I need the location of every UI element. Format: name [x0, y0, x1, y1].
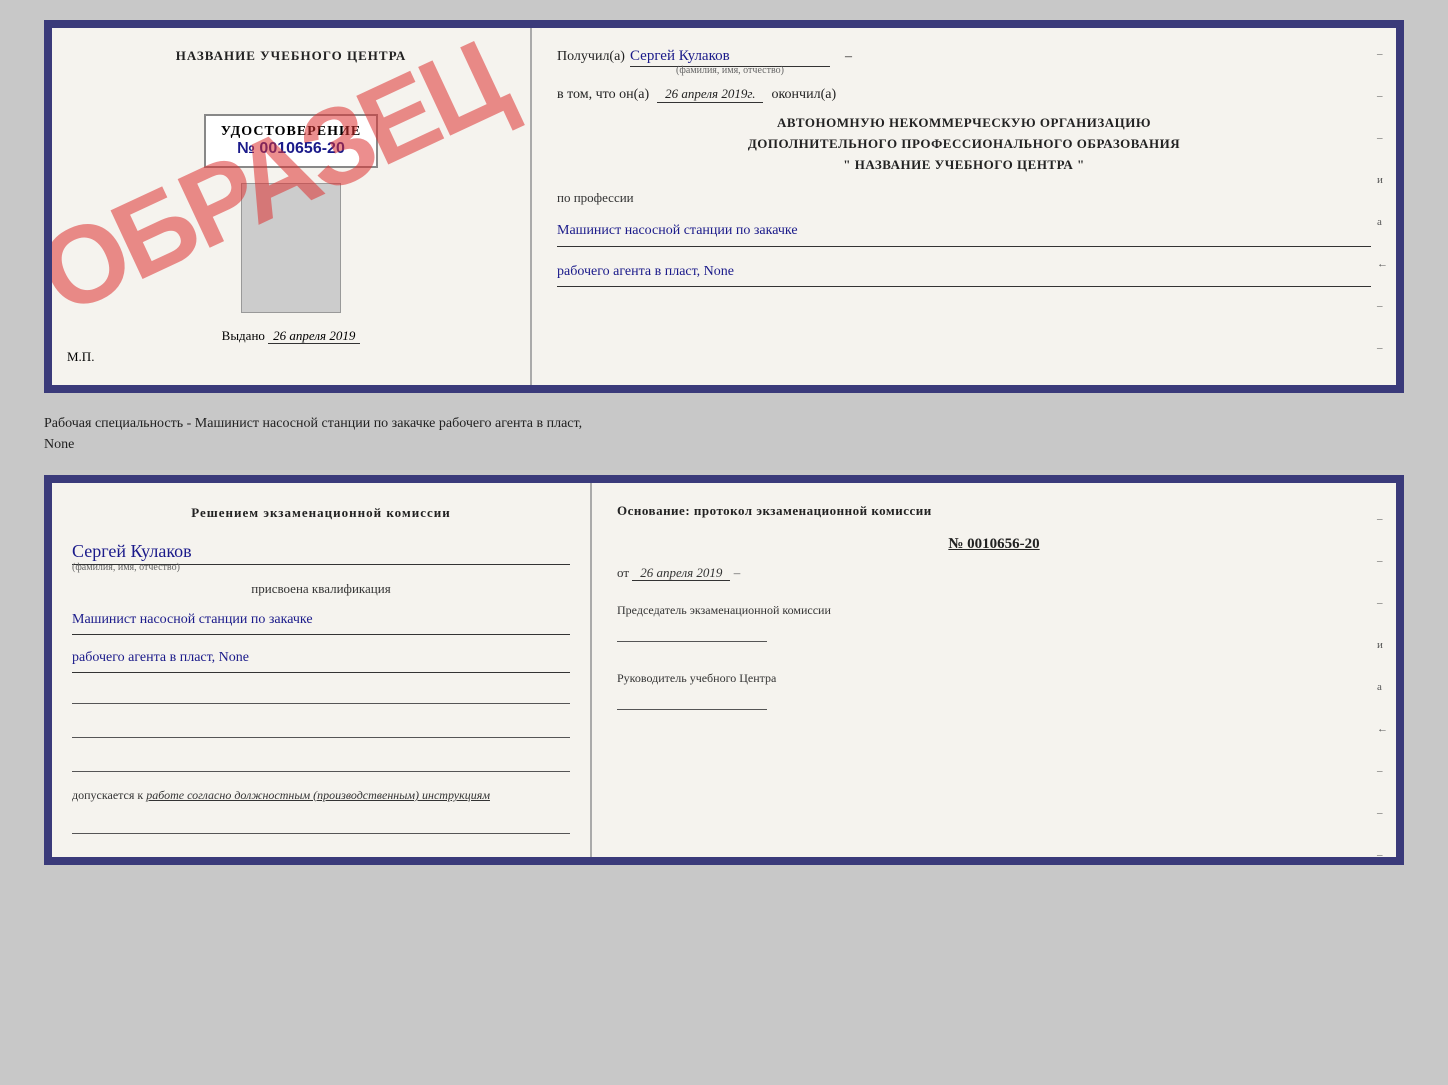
cert-bottom-right: Основание: протокол экзаменационной коми… [592, 483, 1396, 857]
predsedatel-sig-line [617, 622, 767, 642]
empty-line-3 [72, 752, 570, 772]
poluchil-row: Получил(а) Сергей Кулаков (фамилия, имя,… [557, 48, 1371, 76]
org-line2: ДОПОЛНИТЕЛЬНОГО ПРОФЕССИОНАЛЬНОГО ОБРАЗО… [557, 134, 1371, 155]
rukovoditel-block: Руководитель учебного Центра [617, 669, 1371, 710]
predsedatel-block: Председатель экзаменационной комиссии [617, 601, 1371, 642]
udost-number: № 0010656-20 [221, 140, 361, 158]
info-line2: None [44, 434, 1404, 455]
bottom-cert-side-marks: – – – и а ← – – – [1377, 513, 1388, 861]
komissia-title: Решением экзаменационной комиссии [72, 503, 570, 523]
qual-line2: рабочего агента в пласт, None [72, 643, 570, 673]
vydano-label: Выдано [222, 328, 265, 343]
vydano-line: Выдано 26 апреля 2019 [222, 328, 361, 344]
prisvoena-text: присвоена квалификация [72, 581, 570, 597]
empty-line-1 [72, 684, 570, 704]
udost-title: УДОСТОВЕРЕНИЕ [221, 124, 361, 140]
dopuskaetsya-value: работе согласно должностным (производств… [146, 788, 490, 802]
org-line1: АВТОНОМНУЮ НЕКОММЕРЧЕСКУЮ ОРГАНИЗАЦИЮ [557, 113, 1371, 134]
poluchil-label: Получил(а) [557, 49, 625, 65]
vtom-row: в том, что он(а) 26 апреля 2019г. окончи… [557, 86, 1371, 103]
ot-date: 26 апреля 2019 [632, 565, 730, 581]
po-professii: по профессии [557, 190, 1371, 206]
vtom-label: в том, что он(а) [557, 87, 649, 103]
info-text-block: Рабочая специальность - Машинист насосно… [44, 408, 1404, 460]
certificate-top: НАЗВАНИЕ УЧЕБНОГО ЦЕНТРА ОБРАЗЕЦ УДОСТОВ… [44, 20, 1404, 393]
certificate-bottom: Решением экзаменационной комиссии Сергей… [44, 475, 1404, 865]
protocol-num: № 0010656-20 [617, 536, 1371, 553]
cert-top-right: Получил(а) Сергей Кулаков (фамилия, имя,… [532, 28, 1396, 385]
info-line1: Рабочая специальность - Машинист насосно… [44, 413, 1404, 434]
profession-line1: Машинист насосной станции по закачке [557, 216, 1371, 246]
empty-line-4 [72, 814, 570, 834]
cert-top-left: НАЗВАНИЕ УЧЕБНОГО ЦЕНТРА ОБРАЗЕЦ УДОСТОВ… [52, 28, 532, 385]
vtom-date: 26 апреля 2019г. [657, 86, 763, 103]
ot-date-row: от 26 апреля 2019 – [617, 565, 1371, 581]
photo-placeholder [241, 183, 341, 313]
profession-line2: рабочего агента в пласт, None [557, 257, 1371, 287]
dopuskaetsya-text: допускается к работе согласно должностны… [72, 788, 570, 803]
cert-bottom-left: Решением экзаменационной комиссии Сергей… [52, 483, 592, 857]
rukovoditel-label: Руководитель учебного Центра [617, 669, 1371, 687]
poluchil-hint: (фамилия, имя, отчество) [630, 65, 830, 76]
udostoverenie-box: УДОСТОВЕРЕНИЕ № 0010656-20 [204, 114, 378, 168]
ot-label: от [617, 565, 629, 580]
top-cert-side-marks: – – – и а ← – – – [1377, 48, 1388, 393]
org-line3: " НАЗВАНИЕ УЧЕБНОГО ЦЕНТРА " [557, 155, 1371, 176]
okonchil-label: окончил(а) [771, 87, 836, 103]
qual-line1: Машинист насосной станции по закачке [72, 605, 570, 635]
empty-line-2 [72, 718, 570, 738]
bottom-fio-hint: (фамилия, имя, отчество) [72, 562, 570, 573]
mp-label: М.П. [67, 349, 94, 365]
dopuskaetsya-prefix: допускается к [72, 788, 143, 802]
org-block: АВТОНОМНУЮ НЕКОММЕРЧЕСКУЮ ОРГАНИЗАЦИЮ ДО… [557, 113, 1371, 175]
osnov-title: Основание: протокол экзаменационной коми… [617, 503, 1371, 519]
predsedatel-label: Председатель экзаменационной комиссии [617, 601, 1371, 619]
school-name-top: НАЗВАНИЕ УЧЕБНОГО ЦЕНТРА [176, 48, 407, 64]
rukovoditel-sig-line [617, 690, 767, 710]
vydano-date: 26 апреля 2019 [268, 328, 360, 344]
